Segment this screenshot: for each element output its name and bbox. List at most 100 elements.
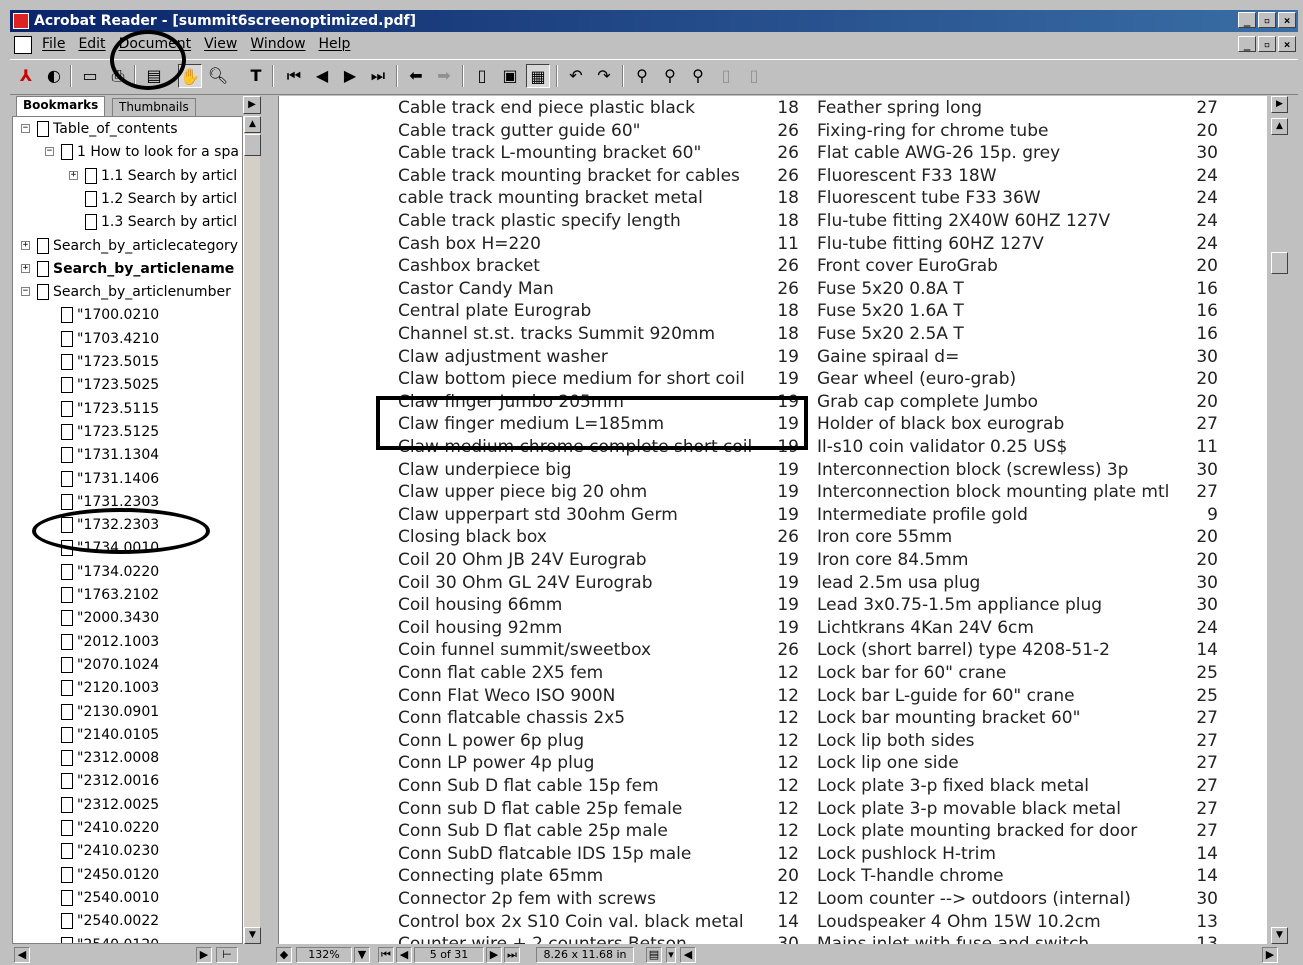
bookmark-item[interactable]: "1723.5115 (13, 399, 242, 419)
previous-page-icon[interactable]: ◀ (310, 64, 334, 88)
bookmark-item[interactable]: "1731.1406 (13, 469, 242, 489)
first-page-button-icon[interactable]: ⏮ (378, 947, 394, 963)
doc-restore-button[interactable]: ▫ (1258, 36, 1276, 52)
collapse-icon[interactable]: − (21, 287, 30, 297)
bookmark-item[interactable]: "2540.0120 (13, 935, 242, 943)
doc-minimize-button[interactable]: _ (1238, 36, 1256, 52)
bookmark-item[interactable]: "2540.0010 (13, 888, 242, 908)
bookmark-item[interactable]: − Search_by_articlenumber (13, 282, 242, 302)
find-again-icon[interactable]: ⚲ (658, 64, 682, 88)
page-layout-icon[interactable]: ▤ (646, 947, 662, 963)
panel-resize-icon[interactable]: ⊢ (216, 947, 238, 963)
scroll-up-icon[interactable]: ▲ (1271, 118, 1288, 135)
document-scrollbar[interactable]: ▶ ▲ ▼ (1268, 96, 1296, 944)
bookmark-item[interactable]: "2450.0120 (13, 865, 242, 885)
minimize-button[interactable]: _ (1238, 12, 1256, 28)
maximize-button[interactable]: ▫ (1258, 12, 1276, 28)
fit-width-icon[interactable]: ▦ (526, 64, 550, 88)
bookmark-item[interactable]: "1731.2303 (13, 492, 242, 512)
panel-menu-arrow-icon[interactable]: ▶ (243, 96, 261, 114)
bookmark-item[interactable]: "1731.1304 (13, 445, 242, 465)
menu-window[interactable]: Window (250, 36, 305, 52)
scroll-down-icon[interactable]: ▼ (244, 927, 261, 944)
open-folder-icon[interactable]: ▭ (78, 64, 102, 88)
bookmark-item[interactable]: + Search_by_articlecategory (13, 236, 242, 256)
tab-bookmarks[interactable]: Bookmarks (16, 96, 106, 116)
rotate-left-icon[interactable]: ↶ (564, 64, 588, 88)
layout-dropdown-icon[interactable]: ▾ (666, 947, 676, 963)
bookmark-item[interactable]: "2312.0016 (13, 771, 242, 791)
bookmark-item[interactable]: +1.1 Search by articl (13, 166, 242, 186)
expand-icon[interactable]: + (69, 170, 78, 180)
bookmark-item[interactable]: − 1 How to look for a spa (13, 142, 242, 162)
collapse-icon[interactable]: − (21, 124, 30, 133)
document-icon[interactable] (14, 36, 32, 54)
bookmark-item[interactable]: "2130.0901 (13, 702, 242, 722)
page-indicator[interactable]: 5 of 31 (414, 947, 484, 963)
scroll-thumb[interactable] (244, 134, 261, 156)
menu-document[interactable]: Document (119, 36, 192, 52)
menu-file[interactable]: File (42, 36, 65, 52)
scroll-thumb[interactable] (1271, 252, 1288, 274)
acrobat-logo-icon[interactable]: ⅄ (14, 64, 38, 88)
bookmark-item[interactable]: "1734.0220 (13, 562, 242, 582)
find-icon[interactable]: ⚲ (630, 64, 654, 88)
menu-edit[interactable]: Edit (78, 36, 105, 52)
menu-help[interactable]: Help (319, 36, 351, 52)
bookmark-item[interactable]: "2410.0230 (13, 841, 242, 861)
bookmark-item[interactable]: "2140.0105 (13, 725, 242, 745)
actual-size-icon[interactable]: ▯ (470, 64, 494, 88)
bookmark-item[interactable]: + Search_by_articlename (13, 259, 242, 279)
hscroll-left-icon[interactable]: ◀ (680, 947, 696, 963)
hand-tool-icon[interactable]: ✋ (178, 64, 202, 88)
bookmark-item[interactable]: "1763.2102 (13, 585, 242, 605)
go-back-icon[interactable]: ⬅ (404, 64, 428, 88)
expand-icon[interactable]: + (21, 240, 30, 250)
bookmark-item[interactable]: "2410.0220 (13, 818, 242, 838)
close-button[interactable]: × (1278, 12, 1296, 28)
search-results-icon[interactable]: ▯ (714, 64, 738, 88)
bookmark-item[interactable]: "2120.1003 (13, 678, 242, 698)
bookmark-item[interactable]: "1723.5015 (13, 352, 242, 372)
zoom-dropdown-icon[interactable]: ▼ (354, 947, 370, 963)
bookmark-item[interactable]: "2012.1003 (13, 632, 242, 652)
scroll-right-icon[interactable]: ▶ (196, 947, 212, 963)
zoom-arrows-icon[interactable]: ◆ (276, 947, 292, 963)
doc-close-button[interactable]: × (1278, 36, 1296, 52)
hscroll-right-icon[interactable]: ▶ (1262, 947, 1278, 963)
bookmark-item[interactable]: "1723.5025 (13, 375, 242, 395)
prev-page-button-icon[interactable]: ◀ (396, 947, 412, 963)
menu-view[interactable]: View (204, 36, 237, 52)
bookmark-item[interactable]: 1.3 Search by articl (13, 212, 242, 232)
scroll-up-icon[interactable]: ▲ (244, 116, 261, 133)
bookmark-item[interactable]: "1723.5125 (13, 422, 242, 442)
last-page-button-icon[interactable]: ⏭ (504, 947, 520, 963)
expand-icon[interactable]: + (21, 263, 30, 273)
first-page-icon[interactable]: ⏮ (282, 64, 306, 88)
collapse-icon[interactable]: − (45, 147, 54, 157)
acrobat-app-icon[interactable] (13, 13, 29, 29)
bookmark-item[interactable]: "2540.0022 (13, 911, 242, 931)
bookmark-item[interactable]: 1.2 Search by articl (13, 189, 242, 209)
scroll-left-icon[interactable]: ◀ (14, 947, 30, 963)
next-page-arrow-icon[interactable]: ▶ (1271, 96, 1288, 113)
next-page-button-icon[interactable]: ▶ (486, 947, 502, 963)
zoom-level[interactable]: 132% (296, 947, 352, 963)
bookmark-item[interactable]: "1703.4210 (13, 329, 242, 349)
fit-page-icon[interactable]: ▣ (498, 64, 522, 88)
bookmark-item[interactable]: "1732.2303 (13, 515, 242, 535)
search-icon[interactable]: ⚲ (686, 64, 710, 88)
bookmark-item[interactable]: "1734.0010 (13, 538, 242, 558)
bookmark-scrollbar[interactable]: ▲ ▼ (243, 116, 261, 944)
last-page-icon[interactable]: ⏭ (366, 64, 390, 88)
show-navigation-pane-icon[interactable]: ▤ (142, 64, 166, 88)
next-highlight-icon[interactable]: ▯ (742, 64, 766, 88)
bookmark-item[interactable]: "1700.0210 (13, 305, 242, 325)
web-link-icon[interactable]: ◐ (42, 64, 66, 88)
bookmark-item[interactable]: "2000.3430 (13, 608, 242, 628)
bookmark-item[interactable]: − Table_of_contents (13, 119, 242, 139)
bookmark-item[interactable]: "2312.0008 (13, 748, 242, 768)
text-select-icon[interactable]: T (244, 64, 268, 88)
go-forward-icon[interactable]: ➡ (432, 64, 456, 88)
bookmark-item[interactable]: "2070.1024 (13, 655, 242, 675)
